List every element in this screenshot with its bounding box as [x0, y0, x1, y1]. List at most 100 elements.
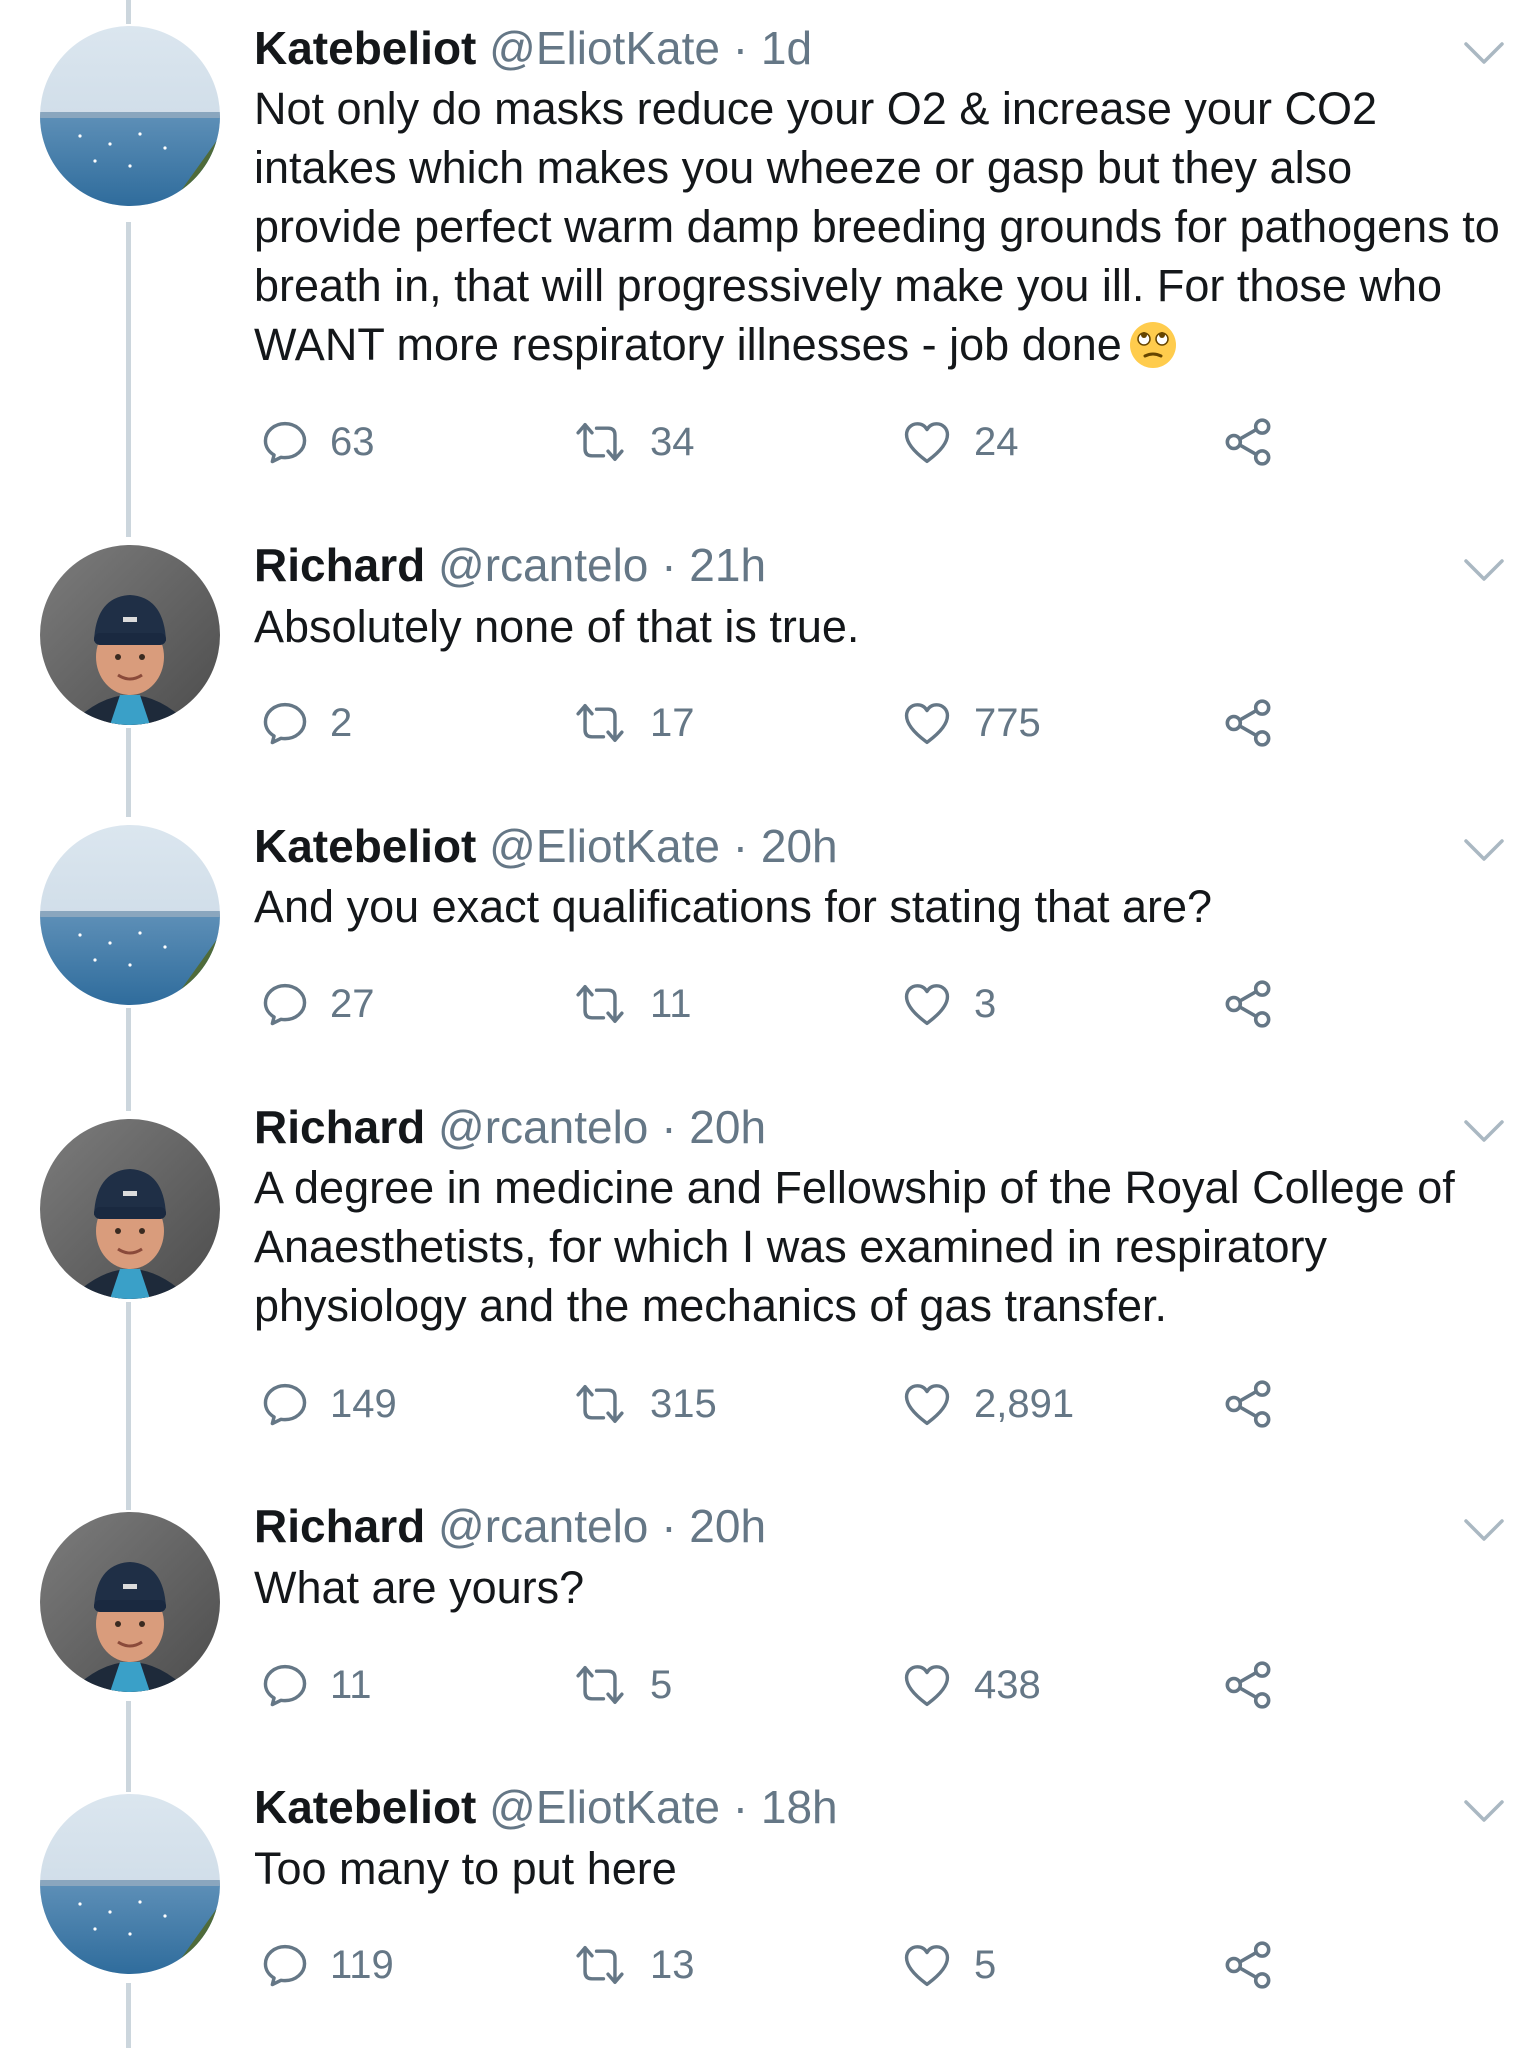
reply-icon	[262, 700, 308, 746]
avatar[interactable]	[40, 1119, 220, 1299]
reply-count: 27	[330, 981, 375, 1026]
thread-line	[126, 1701, 131, 1792]
user-name[interactable]: Katebeliot	[254, 820, 476, 872]
reply-button[interactable]: 2	[262, 693, 352, 753]
like-button[interactable]: 775	[902, 693, 1041, 753]
like-count: 2,891	[974, 1381, 1075, 1426]
retweet-count: 13	[650, 1942, 695, 1987]
user-handle[interactable]: @EliotKate	[489, 1781, 720, 1833]
reply-icon	[262, 981, 308, 1027]
timestamp[interactable]: 20h	[689, 1101, 766, 1153]
reply-icon	[262, 1942, 308, 1988]
retweet-count: 34	[650, 419, 695, 464]
user-name[interactable]: Richard	[254, 539, 425, 591]
chevron-down-icon[interactable]	[1462, 835, 1506, 865]
reply-icon	[262, 1381, 308, 1427]
reply-count: 2	[330, 700, 353, 745]
tweet-body: Too many to put here	[254, 1839, 1504, 1898]
retweet-button[interactable]: 5	[572, 1655, 672, 1715]
retweet-button[interactable]: 34	[572, 412, 695, 472]
reply-count: 119	[330, 1942, 394, 1987]
reply-count: 11	[330, 1662, 372, 1707]
retweet-icon	[572, 1381, 628, 1427]
tweet-text: Not only do masks reduce your O2 & incre…	[254, 83, 1500, 370]
retweet-icon	[572, 981, 628, 1027]
separator: ·	[732, 22, 749, 74]
share-icon	[1222, 1659, 1274, 1711]
like-button[interactable]: 2,891	[902, 1374, 1074, 1434]
chevron-down-icon[interactable]	[1462, 1796, 1506, 1826]
tweet-body: And you exact qualifications for stating…	[254, 877, 1504, 936]
retweet-button[interactable]: 11	[572, 974, 692, 1034]
thread-line	[126, 1983, 131, 2048]
avatar[interactable]	[40, 1512, 220, 1692]
avatar[interactable]	[40, 825, 220, 1005]
tweet-actions: 149 315 2,891	[262, 1374, 1292, 1434]
reply-button[interactable]: 11	[262, 1655, 372, 1715]
reply-count: 63	[330, 419, 375, 464]
thread-line	[126, 0, 131, 24]
share-button[interactable]	[1222, 412, 1274, 472]
avatar[interactable]	[40, 545, 220, 725]
reply-button[interactable]: 119	[262, 1935, 394, 1995]
heart-icon	[902, 1662, 952, 1708]
like-count: 3	[974, 981, 997, 1026]
timestamp[interactable]: 20h	[689, 1500, 766, 1552]
tweet-header: Katebeliot @EliotKate · 1d	[254, 20, 812, 76]
user-name[interactable]: Katebeliot	[254, 1781, 476, 1833]
tweet-header: Richard @rcantelo · 20h	[254, 1498, 766, 1554]
separator: ·	[661, 1500, 677, 1552]
tweet-text: A degree in medicine and Fellowship of t…	[254, 1162, 1455, 1331]
retweet-button[interactable]: 13	[572, 1935, 695, 1995]
user-handle[interactable]: @EliotKate	[489, 22, 720, 74]
like-button[interactable]: 3	[902, 974, 996, 1034]
reply-button[interactable]: 27	[262, 974, 375, 1034]
retweet-icon	[572, 419, 628, 465]
reply-button[interactable]: 63	[262, 412, 375, 472]
reply-button[interactable]: 149	[262, 1374, 397, 1434]
reply-icon	[262, 419, 308, 465]
share-button[interactable]	[1222, 974, 1274, 1034]
tweet-body: Not only do masks reduce your O2 & incre…	[254, 79, 1504, 374]
share-button[interactable]	[1222, 1374, 1274, 1434]
chevron-down-icon[interactable]	[1462, 1515, 1506, 1545]
retweet-count: 11	[650, 981, 692, 1026]
heart-icon	[902, 700, 952, 746]
like-count: 5	[974, 1942, 997, 1987]
tweet-actions: 11 5 438	[262, 1655, 1292, 1715]
retweet-button[interactable]: 17	[572, 693, 695, 753]
timestamp[interactable]: 20h	[761, 820, 838, 872]
user-name[interactable]: Richard	[254, 1500, 425, 1552]
user-handle[interactable]: @rcantelo	[438, 1500, 648, 1552]
tweet-actions: 27 11 3	[262, 974, 1292, 1034]
chevron-down-icon[interactable]	[1462, 1116, 1506, 1146]
retweet-icon	[572, 1662, 628, 1708]
separator: ·	[732, 820, 749, 872]
tweet-body: What are yours?	[254, 1558, 1504, 1617]
like-button[interactable]: 5	[902, 1935, 996, 1995]
share-button[interactable]	[1222, 1935, 1274, 1995]
user-handle[interactable]: @rcantelo	[438, 1101, 648, 1153]
share-button[interactable]	[1222, 693, 1274, 753]
tweet-header: Katebeliot @EliotKate · 20h	[254, 818, 838, 874]
user-handle[interactable]: @EliotKate	[489, 820, 720, 872]
retweet-button[interactable]: 315	[572, 1374, 717, 1434]
like-button[interactable]: 438	[902, 1655, 1041, 1715]
retweet-count: 315	[650, 1381, 717, 1426]
like-button[interactable]: 24	[902, 412, 1019, 472]
timestamp[interactable]: 1d	[761, 22, 812, 74]
tweet-header: Richard @rcantelo · 21h	[254, 537, 766, 593]
retweet-icon	[572, 1942, 628, 1988]
chevron-down-icon[interactable]	[1462, 38, 1506, 68]
timestamp[interactable]: 21h	[689, 539, 766, 591]
tweet-text: What are yours?	[254, 1562, 585, 1613]
user-name[interactable]: Richard	[254, 1101, 425, 1153]
avatar[interactable]	[40, 1794, 220, 1974]
tweet-text: Too many to put here	[254, 1843, 677, 1894]
timestamp[interactable]: 18h	[761, 1781, 838, 1833]
share-button[interactable]	[1222, 1655, 1274, 1715]
chevron-down-icon[interactable]	[1462, 555, 1506, 585]
user-handle[interactable]: @rcantelo	[438, 539, 648, 591]
user-name[interactable]: Katebeliot	[254, 22, 476, 74]
avatar[interactable]	[40, 26, 220, 206]
